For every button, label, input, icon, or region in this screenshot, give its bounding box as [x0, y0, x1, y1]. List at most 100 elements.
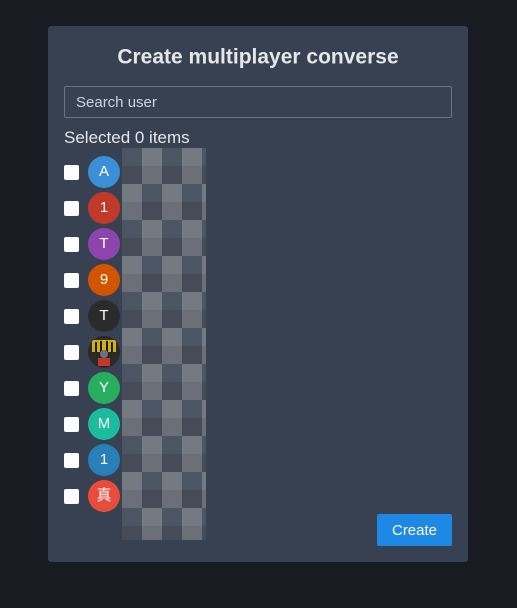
user-avatar: 1: [88, 444, 120, 476]
redaction-pixel: [122, 418, 142, 436]
redaction-pixel: [162, 184, 182, 202]
user-avatar: 真: [88, 480, 120, 512]
redaction-pixel: [202, 202, 206, 220]
redaction-pixel: [202, 238, 206, 256]
user-row[interactable]: 11: [64, 190, 364, 226]
redaction-pixel: [202, 328, 206, 346]
user-checkbox[interactable]: [64, 381, 79, 396]
redaction-pixel: [182, 202, 202, 220]
redaction-pixel: [182, 490, 202, 508]
redaction-pixel: [202, 184, 206, 202]
user-row[interactable]: TT: [64, 226, 364, 262]
redaction-pixel: [122, 202, 142, 220]
redaction-pixel: [142, 202, 162, 220]
redaction-pixel: [202, 418, 206, 436]
redaction-pixel: [182, 274, 202, 292]
redaction-pixel: [162, 220, 182, 238]
redaction-pixel: [182, 382, 202, 400]
redaction-pixel: [122, 526, 142, 540]
redaction-pixel: [162, 526, 182, 540]
redaction-pixel: [202, 382, 206, 400]
user-row[interactable]: Tt: [64, 298, 364, 334]
redaction-pixel: [162, 292, 182, 310]
redaction-pixel: [162, 364, 182, 382]
redaction-pixel: [142, 346, 162, 364]
user-avatar: T: [88, 228, 120, 260]
user-checkbox[interactable]: [64, 201, 79, 216]
redaction-pixel: [162, 418, 182, 436]
redaction-pixel: [182, 400, 202, 418]
redaction-pixel: [182, 418, 202, 436]
user-checkbox[interactable]: [64, 309, 79, 324]
user-avatar: [88, 336, 120, 368]
redaction-pixel: [142, 418, 162, 436]
redaction-pixel: [122, 148, 142, 166]
redaction-pixel: [182, 346, 202, 364]
redaction-pixel: [122, 490, 142, 508]
user-avatar: A: [88, 156, 120, 188]
redaction-pixel: [202, 400, 206, 418]
redaction-pixel: [162, 508, 182, 526]
redaction-pixel: [202, 454, 206, 472]
user-checkbox[interactable]: [64, 273, 79, 288]
user-checkbox[interactable]: [64, 417, 79, 432]
user-row[interactable]: [64, 334, 364, 370]
user-row[interactable]: Yy: [64, 370, 364, 406]
redaction-pixel: [142, 220, 162, 238]
redaction-pixel: [122, 436, 142, 454]
redaction-pixel: [142, 184, 162, 202]
user-checkbox[interactable]: [64, 165, 79, 180]
redaction-pixel: [142, 292, 162, 310]
redaction-pixel: [182, 328, 202, 346]
user-row[interactable]: 真真: [64, 478, 364, 514]
redaction-pixel: [162, 454, 182, 472]
redaction-pixel: [202, 490, 206, 508]
search-user-input[interactable]: [64, 86, 452, 118]
redaction-pixel: [142, 274, 162, 292]
user-avatar: T: [88, 300, 120, 332]
create-converse-dialog: Create multiplayer converse Selected 0 i…: [48, 26, 468, 562]
redaction-pixel: [142, 166, 162, 184]
redaction-pixel: [122, 454, 142, 472]
redaction-pixel: [122, 328, 142, 346]
redaction-pixel: [162, 274, 182, 292]
user-row[interactable]: Aa: [64, 154, 364, 190]
redaction-pixel: [142, 382, 162, 400]
redaction-pixel: [182, 292, 202, 310]
redaction-pixel: [122, 364, 142, 382]
redaction-pixel: [182, 364, 202, 382]
redaction-pixel: [202, 256, 206, 274]
redaction-pixel: [162, 166, 182, 184]
redaction-pixel: [202, 166, 206, 184]
selected-count: Selected 0 items: [64, 128, 190, 147]
redaction-pixel: [142, 436, 162, 454]
redaction-pixel: [202, 220, 206, 238]
redaction-pixel: [182, 526, 202, 540]
redaction-pixel: [142, 256, 162, 274]
user-row[interactable]: 99: [64, 262, 364, 298]
user-checkbox[interactable]: [64, 345, 79, 360]
redaction-pixel: [182, 256, 202, 274]
redaction-pixel: [142, 328, 162, 346]
redaction-pixel: [162, 472, 182, 490]
redaction-pixel: [122, 292, 142, 310]
redaction-pixel: [142, 310, 162, 328]
redaction-pixel: [162, 382, 182, 400]
user-checkbox[interactable]: [64, 489, 79, 504]
redaction-pixel: [142, 490, 162, 508]
user-row[interactable]: Mm: [64, 406, 364, 442]
redaction-pixel: [182, 166, 202, 184]
user-checkbox[interactable]: [64, 237, 79, 252]
user-checkbox[interactable]: [64, 453, 79, 468]
redaction-pixel: [122, 256, 142, 274]
redaction-pixel: [182, 508, 202, 526]
redaction-pixel: [182, 310, 202, 328]
redaction-pixel: [122, 382, 142, 400]
redaction-pixel: [122, 508, 142, 526]
redaction-pixel: [202, 292, 206, 310]
user-row[interactable]: 11: [64, 442, 364, 478]
user-avatar: M: [88, 408, 120, 440]
redaction-pixel: [182, 238, 202, 256]
create-button[interactable]: Create: [377, 514, 452, 546]
redaction-pixel: [202, 274, 206, 292]
